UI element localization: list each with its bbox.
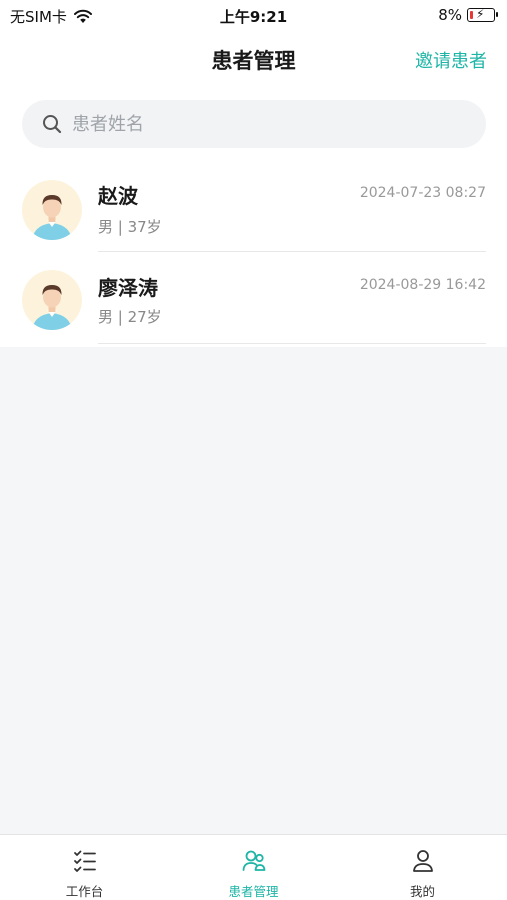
list-item[interactable]: 廖泽涛 2024-08-29 16:42 男 | 27岁 [0,260,507,352]
patient-list-panel: 赵波 2024-07-23 08:27 男 | 37岁 廖泽涛 2024-08-… [0,90,507,347]
avatar-male-icon [32,195,72,240]
tab-label: 患者管理 [228,884,279,899]
divider [98,251,486,252]
tab-workbench[interactable]: 工作台 [0,835,169,900]
tab-mine[interactable]: 我的 [338,835,507,900]
list-item[interactable]: 赵波 2024-07-23 08:27 男 | 37岁 [0,168,507,260]
tab-bar: 工作台 患者管理 我的 [0,834,507,900]
patient-time: 2024-07-23 08:27 [359,185,486,201]
patient-info: 男 | 37岁 [98,218,162,236]
invite-patient-button[interactable]: 邀请患者 [415,47,487,73]
search-input[interactable] [72,113,452,135]
patient-time: 2024-08-29 16:42 [359,277,486,293]
search-bar[interactable] [22,100,486,148]
avatar [22,180,82,240]
nav-header: 患者管理 邀请患者 [0,30,507,90]
checklist-icon [74,850,96,872]
status-time: 上午9:21 [219,8,288,26]
person-icon [413,850,433,872]
patient-name: 廖泽涛 [98,276,158,300]
status-right: 8% ⚡ [438,6,498,24]
tab-label: 工作台 [65,884,104,899]
patient-name: 赵波 [98,184,138,208]
divider [98,343,486,344]
battery-percent: 8% [438,6,462,24]
avatar [22,270,82,330]
tab-patient-management[interactable]: 患者管理 [169,835,338,900]
status-bar: 无SIM卡 上午9:21 8% ⚡ [0,0,507,30]
users-icon [242,850,266,871]
tab-label: 我的 [409,884,435,899]
avatar-male-icon [32,285,72,330]
search-icon [43,115,62,134]
battery-icon: ⚡ [467,7,498,22]
patient-info: 男 | 27岁 [98,308,162,326]
